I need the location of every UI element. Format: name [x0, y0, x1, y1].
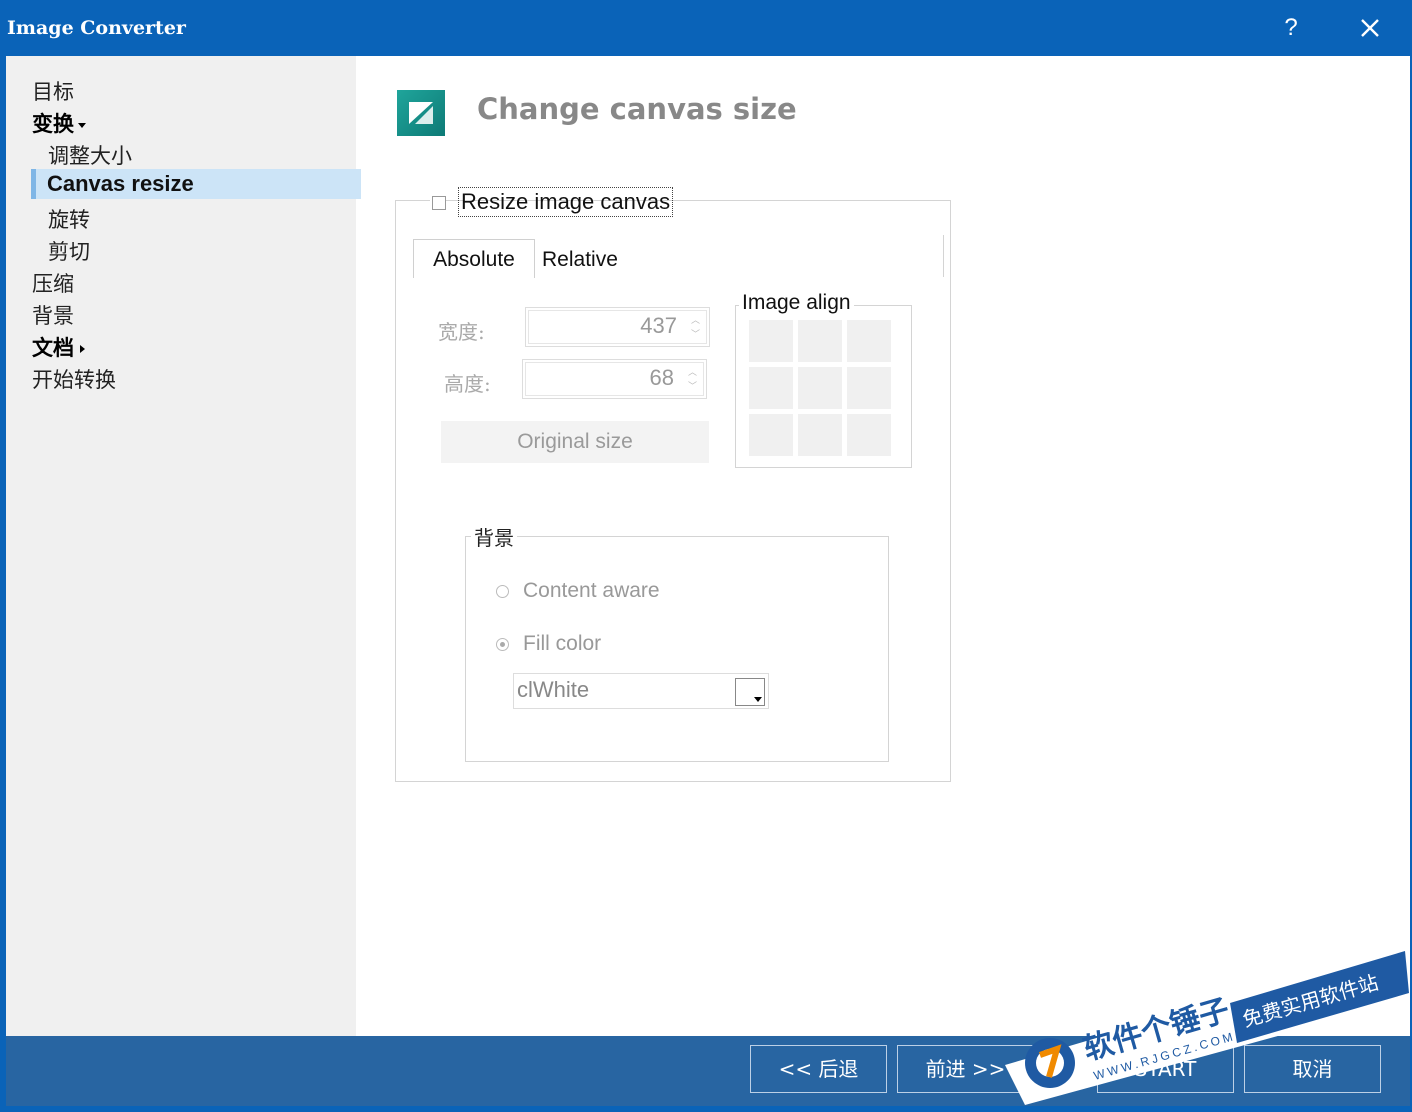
- align-top-left[interactable]: [749, 320, 793, 362]
- sidebar-item-rotate[interactable]: 旋转: [48, 204, 90, 234]
- footer-bar: << 后退 前进 >> START 取消: [6, 1036, 1410, 1106]
- title-bar: Image Converter ?: [0, 0, 1412, 56]
- tab-divider: [943, 235, 944, 277]
- sidebar-item-compress[interactable]: 压缩: [32, 268, 74, 298]
- fill-color-value: clWhite: [517, 677, 590, 702]
- align-top-center[interactable]: [798, 320, 842, 362]
- background-group-label: 背景: [471, 522, 517, 551]
- close-icon[interactable]: [1352, 10, 1388, 46]
- align-bottom-left[interactable]: [749, 414, 793, 456]
- sidebar-item-resize[interactable]: 调整大小: [48, 140, 132, 170]
- sidebar-item-canvas-resize[interactable]: Canvas resize: [31, 169, 361, 199]
- page-title: Change canvas size: [477, 92, 797, 126]
- color-picker-icon[interactable]: [735, 678, 765, 706]
- fill-color-dropdown[interactable]: clWhite: [513, 673, 769, 709]
- resize-canvas-checkbox[interactable]: [432, 196, 446, 210]
- sidebar-item-document[interactable]: 文档: [32, 332, 85, 362]
- cancel-button[interactable]: 取消: [1244, 1045, 1381, 1093]
- original-size-button[interactable]: Original size: [441, 421, 709, 463]
- start-button[interactable]: START: [1097, 1045, 1234, 1093]
- align-top-right[interactable]: [847, 320, 891, 362]
- sidebar-item-target[interactable]: 目标: [32, 76, 74, 106]
- sidebar: 目标 变换 调整大小 Canvas resize 旋转 剪切 压缩 背景 文档 …: [6, 56, 361, 1036]
- content-aware-radio[interactable]: [496, 585, 509, 598]
- sidebar-item-background[interactable]: 背景: [32, 300, 74, 330]
- spin-up-icon[interactable]: ︿: [688, 368, 697, 377]
- fill-color-label[interactable]: Fill color: [523, 632, 601, 656]
- sidebar-item-transform[interactable]: 变换: [32, 108, 86, 138]
- resize-checkbox-legend: Resize image canvas: [430, 187, 674, 219]
- width-spin-input[interactable]: 437 ︿ ﹀: [525, 307, 710, 347]
- help-button[interactable]: ?: [1278, 14, 1304, 42]
- spin-down-icon[interactable]: ﹀: [691, 330, 700, 339]
- fill-color-radio[interactable]: [496, 638, 509, 651]
- client-area: 目标 变换 调整大小 Canvas resize 旋转 剪切 压缩 背景 文档 …: [6, 56, 1410, 1036]
- next-button[interactable]: 前进 >>: [897, 1045, 1034, 1093]
- chevron-down-icon: [78, 122, 86, 128]
- chevron-right-icon: [80, 345, 85, 353]
- height-label: 高度:: [444, 372, 491, 396]
- sidebar-item-start-convert[interactable]: 开始转换: [32, 364, 116, 394]
- tab-relative[interactable]: Relative: [542, 248, 618, 272]
- spin-down-icon[interactable]: ﹀: [688, 382, 697, 391]
- align-center[interactable]: [798, 367, 842, 409]
- align-middle-left[interactable]: [749, 367, 793, 409]
- height-spin-input[interactable]: 68 ︿ ﹀: [522, 359, 707, 399]
- tab-absolute[interactable]: Absolute: [413, 239, 535, 280]
- image-align-label: Image align: [739, 291, 854, 315]
- width-label: 宽度:: [438, 320, 485, 344]
- align-middle-right[interactable]: [847, 367, 891, 409]
- back-button[interactable]: << 后退: [750, 1045, 887, 1093]
- align-bottom-right[interactable]: [847, 414, 891, 456]
- resize-canvas-label[interactable]: Resize image canvas: [458, 187, 674, 217]
- sidebar-item-crop[interactable]: 剪切: [48, 236, 90, 266]
- align-bottom-center[interactable]: [798, 414, 842, 456]
- content-aware-label[interactable]: Content aware: [523, 579, 660, 603]
- window-title: Image Converter: [7, 17, 186, 39]
- width-value: 437: [640, 313, 677, 338]
- spin-up-icon[interactable]: ︿: [691, 316, 700, 325]
- height-value: 68: [649, 365, 674, 390]
- canvas-resize-icon: [397, 90, 445, 136]
